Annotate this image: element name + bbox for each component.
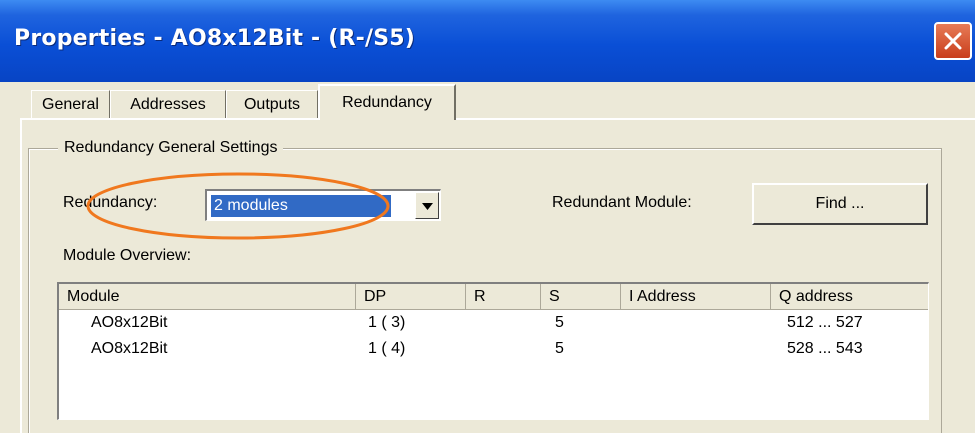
close-button[interactable] (934, 22, 972, 60)
tab-outputs[interactable]: Outputs (226, 90, 318, 118)
redundancy-select[interactable]: 2 modules (205, 189, 441, 221)
cell-module: AO8x12Bit (91, 340, 168, 357)
cell-dp: 1 ( 4) (368, 340, 406, 357)
find-button[interactable]: Find ... (752, 183, 928, 225)
table-row[interactable]: AO8x12Bit 1 ( 3) 5 512 ... 527 (59, 312, 928, 334)
window-title: Properties - AO8x12Bit - (R-/S5) (14, 26, 416, 51)
column-header-i-address[interactable]: I Address (621, 284, 771, 310)
column-header-r[interactable]: R (466, 284, 541, 310)
chevron-down-icon (422, 203, 433, 210)
cell-s: 5 (555, 314, 564, 331)
group-legend: Redundancy General Settings (58, 139, 284, 157)
module-list[interactable]: Module DP R S I Address Q address AO8x12… (57, 282, 929, 420)
redundant-module-label: Redundant Module: (552, 194, 692, 211)
tab-redundancy[interactable]: Redundancy (318, 84, 456, 120)
column-header-q-address[interactable]: Q address (771, 284, 928, 310)
column-header-s[interactable]: S (541, 284, 621, 310)
cell-q-address: 528 ... 543 (787, 340, 863, 357)
module-overview-label: Module Overview: (63, 247, 192, 264)
cell-q-address: 512 ... 527 (787, 314, 863, 331)
cell-s: 5 (555, 340, 564, 357)
column-header-dp[interactable]: DP (356, 284, 466, 310)
column-header-module[interactable]: Module (59, 284, 356, 310)
tab-addresses[interactable]: Addresses (110, 90, 226, 118)
tab-general[interactable]: General (31, 90, 110, 118)
redundancy-label: Redundancy: (63, 194, 158, 211)
list-header: Module DP R S I Address Q address (59, 284, 928, 310)
cell-dp: 1 ( 3) (368, 314, 406, 331)
cell-module: AO8x12Bit (91, 314, 168, 331)
redundancy-select-value: 2 modules (211, 195, 391, 217)
close-icon (944, 32, 962, 50)
table-row[interactable]: AO8x12Bit 1 ( 4) 5 528 ... 543 (59, 338, 928, 360)
title-bar: Properties - AO8x12Bit - (R-/S5) (0, 0, 975, 82)
dropdown-button[interactable] (415, 192, 439, 219)
